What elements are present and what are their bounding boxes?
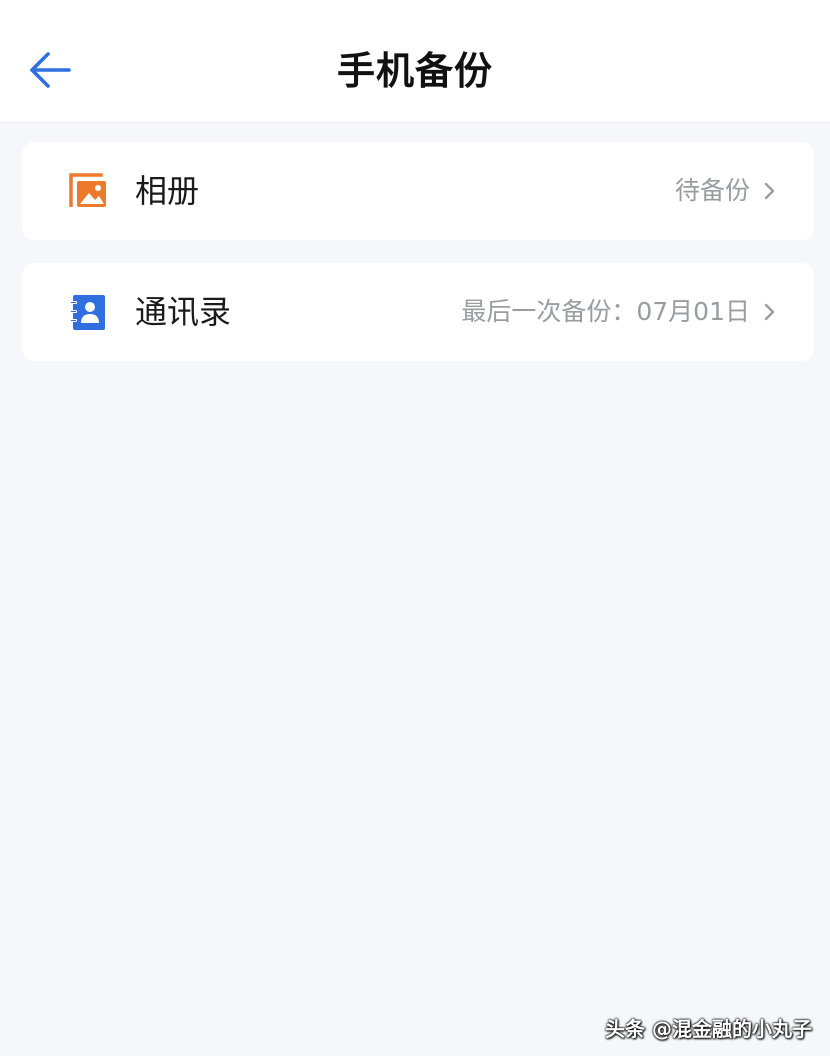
top-navigation-bar: 手机备份 [0,0,830,123]
chevron-right-icon [764,182,775,200]
album-backup-status: 待备份 [674,176,750,205]
watermark: 头条 @混金融的小丸子 [605,1017,812,1041]
contacts-label: 通讯录 [135,293,232,331]
chevron-right-icon [764,303,775,321]
contacts-backup-row[interactable]: 通讯录 最后一次备份：07月01日 [22,263,814,361]
photo-album-icon [69,173,106,207]
album-backup-row[interactable]: 相册 待备份 [22,142,814,240]
contacts-book-icon [70,295,105,330]
page-title: 手机备份 [336,49,493,93]
contacts-backup-status: 最后一次备份：07月01日 [461,297,750,326]
album-label: 相册 [135,172,200,210]
